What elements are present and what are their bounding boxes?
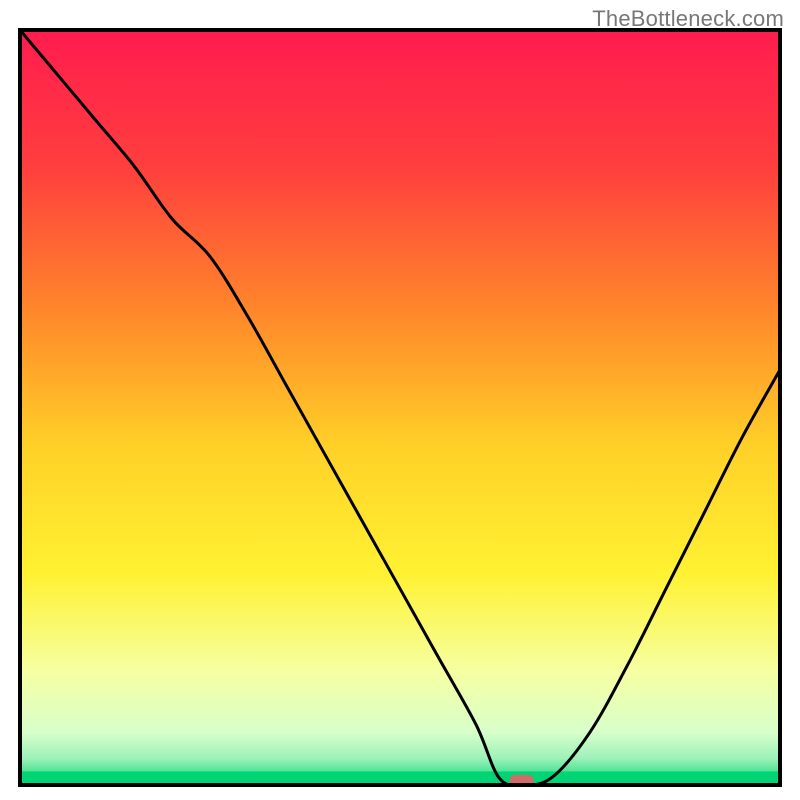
- plot-background: [20, 30, 780, 785]
- watermark-text: TheBottleneck.com: [592, 6, 784, 32]
- floor-band: [20, 771, 780, 785]
- chart-container: TheBottleneck.com: [0, 0, 800, 800]
- bottleneck-line-chart: [0, 0, 800, 800]
